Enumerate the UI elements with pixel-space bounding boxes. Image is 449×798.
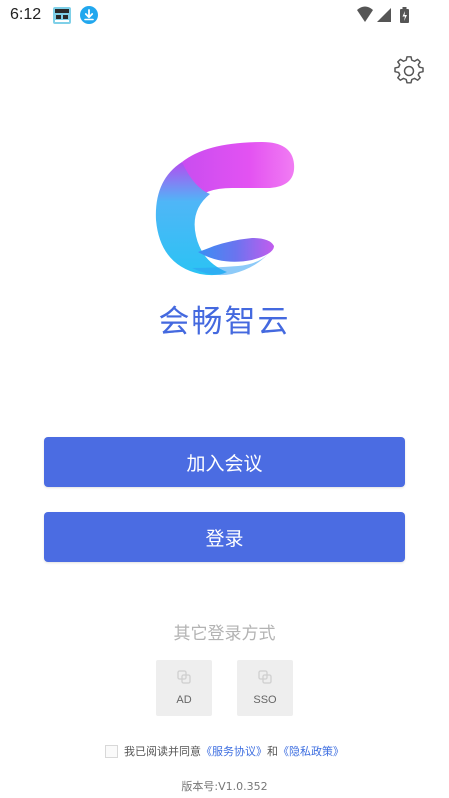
brand-name: 会畅智云 (158, 304, 291, 340)
agreement-conjunction: 和 (267, 745, 278, 758)
service-agreement-link[interactable]: 《服务协议》 (201, 743, 267, 759)
sso-login-label: SSO (253, 694, 277, 706)
agreement-checkbox[interactable] (105, 744, 118, 758)
privacy-policy-link[interactable]: 《隐私政策》 (278, 743, 344, 759)
agreement-row: 我已阅读并同意 《服务协议》 和 《隐私政策》 (105, 743, 344, 759)
login-button[interactable]: 登录 (44, 512, 405, 562)
wifi-icon (357, 6, 373, 22)
ad-login-label: AD (176, 694, 192, 706)
sso-login-button[interactable]: SSO (237, 660, 293, 716)
signal-icon (377, 8, 391, 22)
link-icon (177, 670, 191, 684)
status-bar: 6:12 (0, 0, 449, 32)
app-notification-icon (53, 7, 71, 24)
version-label: 版本号:V1.0.352 (181, 780, 268, 793)
other-login-title: 其它登录方式 (173, 624, 276, 644)
app-logo (155, 142, 295, 276)
agreement-prefix: 我已阅读并同意 (124, 745, 201, 758)
join-meeting-button[interactable]: 加入会议 (44, 437, 405, 487)
gear-icon[interactable] (394, 56, 424, 86)
download-icon (80, 6, 98, 24)
ad-login-button[interactable]: AD (156, 660, 212, 716)
status-time: 6:12 (10, 6, 42, 23)
status-indicators (357, 6, 409, 23)
link-icon (258, 670, 272, 684)
battery-charging-icon (400, 7, 409, 23)
